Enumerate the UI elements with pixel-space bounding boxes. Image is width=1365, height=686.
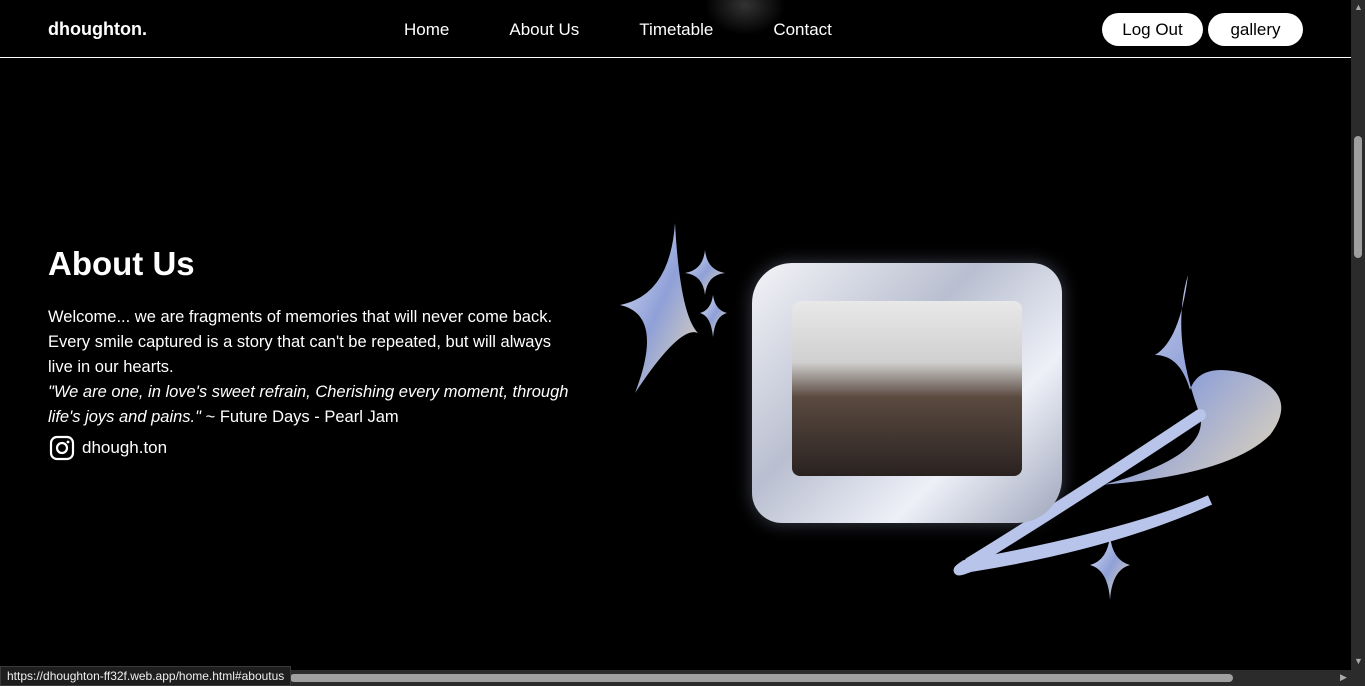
about-body: Welcome... we are fragments of memories … — [48, 305, 578, 430]
status-bar-url: https://dhoughton-ff32f.web.app/home.htm… — [0, 666, 292, 686]
instagram-link[interactable]: dhough.ton — [48, 434, 578, 462]
about-section: About Us Welcome... we are fragments of … — [48, 245, 578, 462]
nav-contact[interactable]: Contact — [773, 20, 832, 40]
log-out-button[interactable]: Log Out — [1102, 13, 1203, 46]
vertical-scrollbar[interactable]: ▲ ▼ — [1351, 0, 1365, 670]
scroll-right-icon[interactable]: ▶ — [1340, 672, 1347, 683]
logo[interactable]: dhoughton. — [48, 19, 147, 40]
about-title: About Us — [48, 245, 195, 282]
photo-frame — [752, 263, 1062, 523]
nav-home[interactable]: Home — [404, 20, 449, 40]
about-image — [610, 215, 1310, 615]
navbar: dhoughton. Home About Us Timetable Conta… — [0, 0, 1351, 58]
nav-timetable[interactable]: Timetable — [639, 20, 713, 40]
nav-links: Home About Us Timetable Contact — [404, 20, 892, 40]
instagram-handle: dhough.ton — [82, 438, 168, 457]
nav-about-us[interactable]: About Us — [509, 20, 579, 40]
page: dhoughton. Home About Us Timetable Conta… — [0, 0, 1351, 670]
gallery-button[interactable]: gallery — [1208, 13, 1303, 46]
quote-attribution: ~ Future Days - Pearl Jam — [201, 408, 399, 426]
horizontal-scroll-thumb[interactable] — [290, 674, 1233, 682]
vertical-scroll-thumb[interactable] — [1354, 136, 1362, 258]
about-text: Welcome... we are fragments of memories … — [48, 308, 553, 376]
group-photo — [792, 301, 1022, 476]
scroll-up-icon[interactable]: ▲ — [1354, 2, 1363, 12]
scroll-down-icon[interactable]: ▼ — [1354, 656, 1363, 666]
instagram-icon — [49, 435, 75, 461]
